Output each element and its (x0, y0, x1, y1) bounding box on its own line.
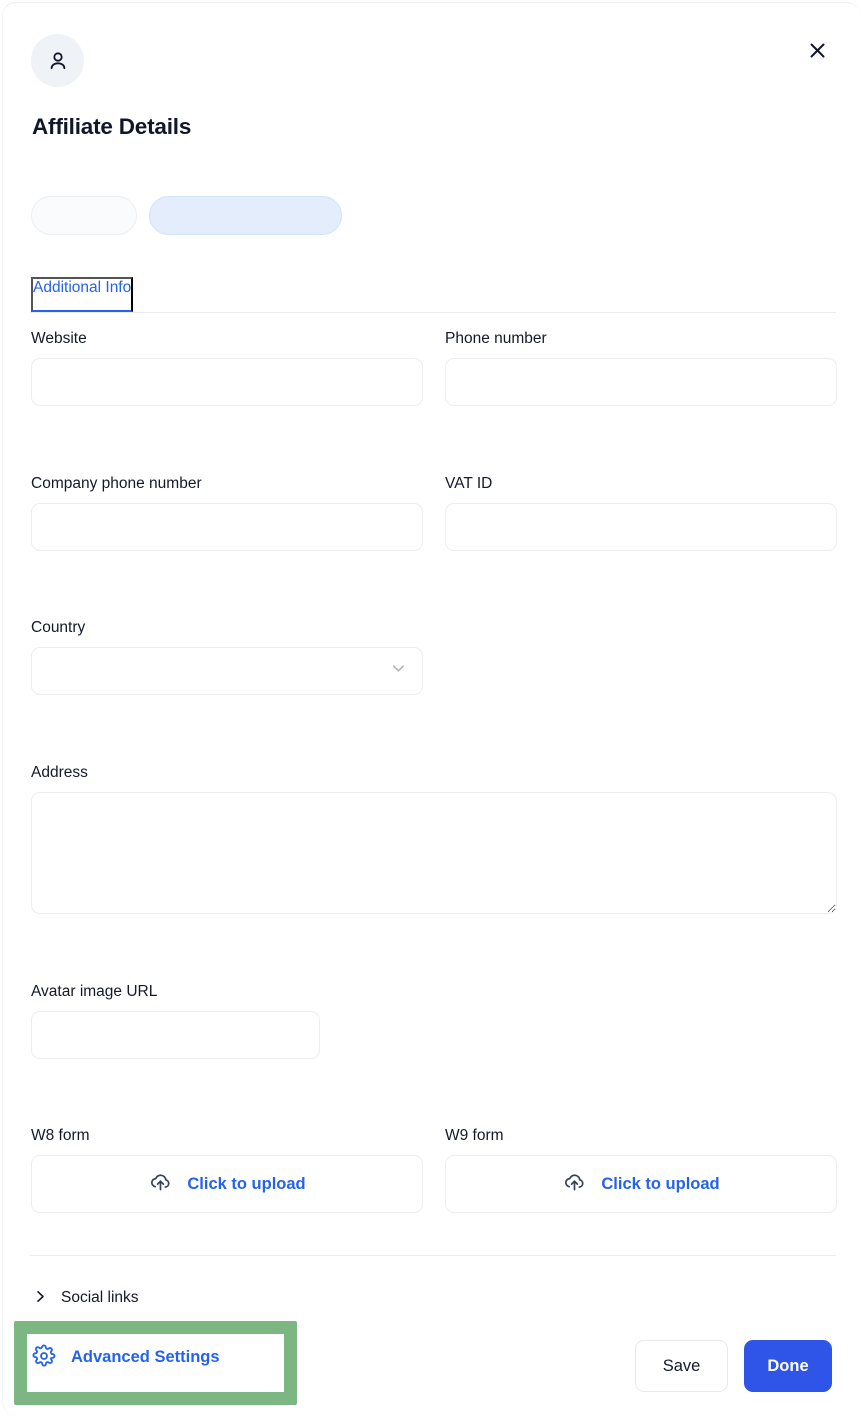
tab-bar: Additional Info (30, 277, 836, 313)
field-vat-id: VAT ID (445, 474, 837, 551)
company-phone-number-input[interactable] (31, 503, 423, 551)
field-phone-number: Phone number (445, 329, 837, 406)
country-select[interactable] (31, 647, 423, 695)
field-website: Website (31, 329, 423, 406)
address-textarea[interactable] (31, 792, 837, 914)
footer-actions: Save Done (635, 1340, 832, 1392)
phone-number-input[interactable] (445, 358, 837, 406)
chevron-right-icon (33, 1289, 48, 1307)
w8-upload-button[interactable]: Click to upload (31, 1155, 423, 1213)
country-select-wrapper (31, 647, 423, 695)
save-button[interactable]: Save (635, 1340, 728, 1392)
w9-upload-button[interactable]: Click to upload (445, 1155, 837, 1213)
field-address-label: Address (31, 764, 88, 781)
field-w9-form-label: W9 form (445, 1127, 504, 1144)
footer-divider (30, 1255, 836, 1256)
close-button[interactable] (802, 37, 832, 67)
social-links-toggle[interactable]: Social links (33, 1289, 139, 1307)
field-avatar-image-url-label: Avatar image URL (31, 983, 158, 1000)
cloud-upload-icon (148, 1170, 173, 1198)
field-vat-id-label: VAT ID (445, 475, 493, 492)
affiliate-details-dialog: Affiliate Details Additional Info Websit… (0, 0, 862, 1418)
vat-id-input[interactable] (445, 503, 837, 551)
avatar (31, 34, 84, 87)
field-company-phone-number: Company phone number (31, 474, 423, 551)
form: Website Phone number Company phone numbe… (3, 329, 862, 1226)
cloud-upload-icon (562, 1170, 587, 1198)
gear-icon (32, 1344, 56, 1371)
field-w9-form: W9 form Click to upload (445, 1126, 837, 1213)
field-country: Country (31, 618, 423, 695)
field-w8-form-label: W8 form (31, 1127, 90, 1144)
social-links-label: Social links (61, 1289, 139, 1306)
chip-group (31, 196, 342, 235)
tab-additional-info[interactable]: Additional Info (31, 277, 134, 312)
dialog-card: Affiliate Details Additional Info Websit… (2, 2, 860, 1416)
done-button[interactable]: Done (744, 1340, 832, 1392)
field-w8-form: W8 form Click to upload (31, 1126, 423, 1213)
w9-upload-label: Click to upload (601, 1174, 720, 1193)
avatar-image-url-input[interactable] (31, 1011, 320, 1059)
role-chip-placeholder[interactable] (149, 196, 342, 235)
field-avatar-image-url: Avatar image URL (31, 982, 320, 1059)
field-country-label: Country (31, 619, 86, 636)
advanced-settings-button[interactable]: Advanced Settings (32, 1340, 220, 1375)
advanced-settings-label: Advanced Settings (71, 1348, 220, 1366)
website-input[interactable] (31, 358, 423, 406)
user-icon (46, 49, 70, 73)
field-company-phone-number-label: Company phone number (31, 475, 202, 492)
field-website-label: Website (31, 330, 87, 347)
field-phone-number-label: Phone number (445, 330, 547, 347)
w8-upload-label: Click to upload (187, 1174, 306, 1193)
status-chip-placeholder[interactable] (31, 196, 137, 235)
close-icon (808, 41, 827, 63)
field-address: Address (31, 763, 837, 914)
page-title: Affiliate Details (32, 114, 192, 139)
